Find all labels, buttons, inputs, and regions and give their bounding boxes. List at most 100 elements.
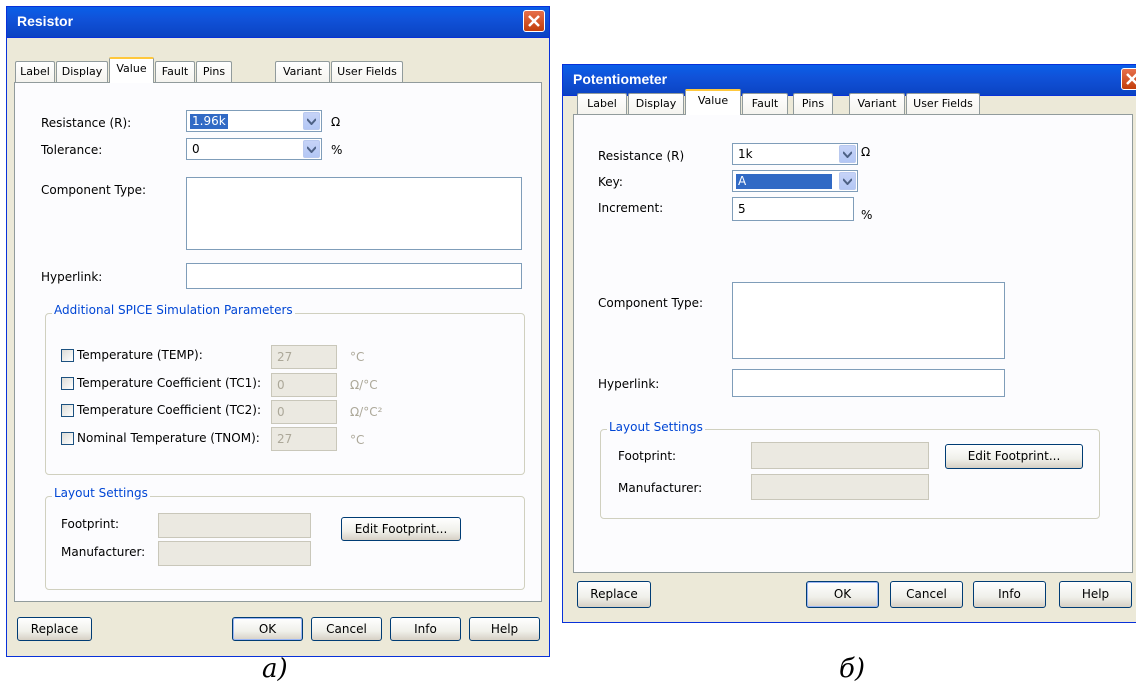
manufacturer-field[interactable] <box>751 474 929 500</box>
dropdown-arrow-icon[interactable] <box>839 145 856 163</box>
tab-pins[interactable]: Pins <box>196 61 232 83</box>
resistor-dialog: Resistor Label Display Value Fault Pins … <box>6 6 550 657</box>
tab-display[interactable]: Display <box>628 93 684 115</box>
resistor-titlebar[interactable]: Resistor <box>7 7 549 38</box>
resistance-value: 1k <box>738 147 753 161</box>
tc2-unit: Ω/°C² <box>350 405 383 419</box>
dropdown-arrow-icon[interactable] <box>303 140 320 158</box>
tolerance-combo[interactable]: 0 <box>186 138 322 160</box>
dropdown-arrow-icon[interactable] <box>303 112 320 130</box>
layout-group-title: Layout Settings <box>607 420 705 434</box>
tab-value[interactable]: Value <box>109 57 154 83</box>
caption-right: б) <box>839 654 866 684</box>
increment-unit: % <box>861 208 873 222</box>
close-icon[interactable] <box>523 10 545 32</box>
tc2-field[interactable]: 0 <box>271 400 337 424</box>
tab-value[interactable]: Value <box>685 89 741 115</box>
tc1-value: 0 <box>277 378 285 392</box>
footprint-field[interactable] <box>751 442 929 469</box>
ok-button[interactable]: OK <box>806 581 879 608</box>
ok-button[interactable]: OK <box>232 617 303 641</box>
help-button[interactable]: Help <box>469 617 540 641</box>
component-type-label: Component Type: <box>41 183 147 197</box>
temp-unit: °C <box>350 350 365 364</box>
help-button[interactable]: Help <box>1059 581 1132 608</box>
edit-footprint-button[interactable]: Edit Footprint... <box>341 517 461 541</box>
tab-label[interactable]: Label <box>577 93 627 115</box>
key-combo[interactable]: A <box>732 170 858 192</box>
tab-user-fields[interactable]: User Fields <box>331 61 403 83</box>
tab-fault[interactable]: Fault <box>155 61 195 83</box>
potentiometer-dialog: Potentiometer Label Display Value Fault … <box>562 64 1136 623</box>
caption-left: а) <box>262 654 288 684</box>
tab-variant[interactable]: Variant <box>849 93 905 115</box>
tab-user-fields[interactable]: User Fields <box>906 93 980 115</box>
temp-field[interactable]: 27 <box>271 345 337 369</box>
increment-label: Increment: <box>598 201 664 215</box>
tnom-checkbox[interactable] <box>61 432 74 445</box>
tc1-label: Temperature Coefficient (TC1): <box>77 376 262 390</box>
dropdown-arrow-icon[interactable] <box>839 172 856 190</box>
manufacturer-label: Manufacturer: <box>61 545 146 559</box>
resistance-value: 1.96k <box>190 114 228 129</box>
tab-display[interactable]: Display <box>56 61 108 83</box>
info-button[interactable]: Info <box>973 581 1046 608</box>
resistance-label: Resistance (R) <box>598 149 685 163</box>
close-icon[interactable] <box>1121 68 1136 90</box>
resistance-label: Resistance (R): <box>41 116 132 130</box>
temp-value: 27 <box>277 350 293 364</box>
potentiometer-titlebar[interactable]: Potentiometer <box>563 65 1136 96</box>
tc2-value: 0 <box>277 405 285 419</box>
hyperlink-label: Hyperlink: <box>41 270 103 284</box>
temp-label: Temperature (TEMP): <box>77 348 203 362</box>
increment-field[interactable]: 5 <box>732 197 854 221</box>
spice-group-title: Additional SPICE Simulation Parameters <box>52 303 295 317</box>
cancel-button[interactable]: Cancel <box>890 581 963 608</box>
tolerance-label: Tolerance: <box>41 143 103 157</box>
component-type-field[interactable] <box>186 177 522 250</box>
tolerance-value: 0 <box>192 142 200 156</box>
edit-footprint-button[interactable]: Edit Footprint... <box>945 444 1083 469</box>
manufacturer-label: Manufacturer: <box>618 481 703 495</box>
resistance-unit: Ω <box>861 145 871 159</box>
resistance-combo[interactable]: 1.96k <box>186 110 322 132</box>
replace-button[interactable]: Replace <box>577 581 651 608</box>
hyperlink-label: Hyperlink: <box>598 377 660 391</box>
tnom-value: 27 <box>277 432 293 446</box>
temp-checkbox[interactable] <box>61 349 74 362</box>
tab-pins[interactable]: Pins <box>793 93 833 115</box>
potentiometer-title: Potentiometer <box>573 71 668 87</box>
footprint-label: Footprint: <box>618 449 677 463</box>
increment-value: 5 <box>738 202 746 216</box>
component-type-field[interactable] <box>732 282 1005 359</box>
value-tab-panel: Resistance (R): 1.96k Ω Tolerance: 0 % C… <box>14 82 542 602</box>
resistor-title: Resistor <box>17 13 74 29</box>
manufacturer-field[interactable] <box>158 541 311 566</box>
tc2-checkbox[interactable] <box>61 404 74 417</box>
hyperlink-field[interactable] <box>186 263 522 289</box>
tc1-checkbox[interactable] <box>61 377 74 390</box>
tnom-unit: °C <box>350 433 365 447</box>
footprint-label: Footprint: <box>61 517 120 531</box>
resistance-unit: Ω <box>331 115 341 129</box>
replace-button[interactable]: Replace <box>17 617 92 641</box>
resistance-combo[interactable]: 1k <box>732 143 858 165</box>
cancel-button[interactable]: Cancel <box>311 617 382 641</box>
layout-group-title: Layout Settings <box>52 486 150 500</box>
info-button[interactable]: Info <box>390 617 461 641</box>
tolerance-unit: % <box>331 143 343 157</box>
tc1-field[interactable]: 0 <box>271 373 337 397</box>
value-tab-panel: Resistance (R) 1k Ω Key: A Increment: 5 … <box>573 114 1133 573</box>
tab-variant[interactable]: Variant <box>275 61 330 83</box>
tnom-label: Nominal Temperature (TNOM): <box>77 431 260 445</box>
tc2-label: Temperature Coefficient (TC2): <box>77 403 262 417</box>
key-value: A <box>736 174 832 189</box>
hyperlink-field[interactable] <box>732 369 1005 397</box>
tc1-unit: Ω/°C <box>350 378 378 392</box>
footprint-field[interactable] <box>158 513 311 538</box>
key-label: Key: <box>598 175 623 189</box>
component-type-label: Component Type: <box>598 296 704 310</box>
tab-fault[interactable]: Fault <box>742 93 788 115</box>
tab-label[interactable]: Label <box>15 61 55 83</box>
tnom-field[interactable]: 27 <box>271 427 337 451</box>
